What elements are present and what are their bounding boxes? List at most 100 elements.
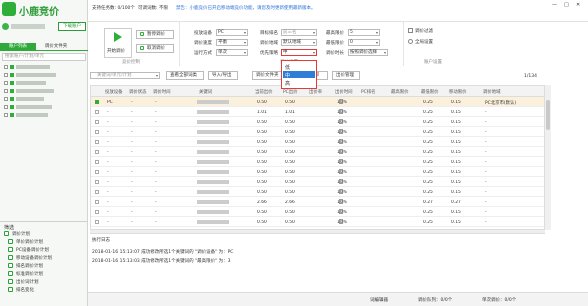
tree-row[interactable]	[4, 96, 84, 103]
row-checkbox[interactable]	[95, 150, 99, 154]
speed-select[interactable]: 平衡	[216, 39, 248, 46]
expand-icon[interactable]	[4, 81, 8, 85]
checkbox[interactable]	[10, 73, 14, 77]
column-header[interactable]: 最高限价	[391, 89, 409, 95]
row-checkbox[interactable]	[95, 120, 99, 124]
expand-icon[interactable]	[4, 65, 8, 69]
table-row[interactable]: - - - 2.66 2.66 10% 0.27 0.27 -	[91, 197, 544, 207]
filter-item[interactable]: 标准调价计划	[8, 270, 90, 278]
vertical-scrollbar[interactable]	[545, 85, 551, 230]
tree-row[interactable]	[4, 104, 84, 111]
expand-icon[interactable]	[4, 97, 8, 101]
row-checkbox[interactable]	[95, 110, 99, 114]
global-settings-link[interactable]: 全局设置	[415, 39, 433, 45]
column-header[interactable]: PC出价	[283, 89, 298, 95]
column-header[interactable]: 关键词	[199, 89, 212, 95]
table-row[interactable]: - - - 0.50 0.50 10% 0.25 0.15 -	[91, 157, 544, 167]
priority-option-high[interactable]: 高	[283, 79, 315, 87]
column-header[interactable]: 最低限价	[421, 89, 439, 95]
table-row[interactable]: PC - - 0.50 0.50 10% 0.25 0.15 PC北京市(默认)	[91, 97, 544, 107]
rank-select[interactable]: 前三名	[281, 29, 317, 36]
column-header[interactable]: 出价时间	[335, 89, 353, 95]
start-bid-button[interactable]: 开始调价	[104, 28, 132, 58]
checkbox[interactable]	[10, 113, 14, 117]
download-account-button[interactable]: 下载账户	[58, 22, 86, 31]
status-editor[interactable]: 词编辑器	[370, 297, 388, 303]
table-row[interactable]: - - - 0.50 0.50 10% 0.25 0.15 -	[91, 147, 544, 157]
expand-icon[interactable]	[4, 113, 8, 117]
column-header[interactable]: 调价地域	[483, 89, 501, 95]
column-header[interactable]: 出价率	[309, 89, 322, 95]
interval-select[interactable]: 按照调价选择	[348, 49, 388, 56]
filter-item[interactable]: 排名调价计划	[8, 262, 90, 270]
priority-option-medium[interactable]: 中	[283, 71, 315, 79]
column-header[interactable]: 调价时间	[153, 89, 171, 95]
row-checkbox[interactable]	[95, 140, 99, 144]
filter-item[interactable]: 单价调价计划	[8, 238, 90, 246]
column-header[interactable]: 移动限价	[449, 89, 467, 95]
column-header[interactable]: PC排名	[361, 89, 376, 95]
bid-filter-link[interactable]: 调价过滤	[415, 28, 433, 34]
row-checkbox[interactable]	[95, 220, 99, 224]
row-checkbox[interactable]	[95, 130, 99, 134]
table-row[interactable]: - - - 0.50 0.50 10% 0.25 0.15 -	[91, 217, 544, 227]
checkbox[interactable]	[10, 65, 14, 69]
row-checkbox[interactable]	[95, 170, 99, 174]
checkbox[interactable]	[10, 89, 14, 93]
tab-account-list[interactable]: 账户列表	[0, 43, 36, 51]
close-icon[interactable]: ✕	[576, 2, 580, 8]
scroll-thumb[interactable]	[546, 100, 550, 130]
row-checkbox[interactable]	[95, 100, 99, 104]
column-header[interactable]: 调价状态	[129, 89, 147, 95]
row-checkbox[interactable]	[95, 210, 99, 214]
filter-item[interactable]: 调价计划	[4, 230, 86, 238]
row-checkbox[interactable]	[95, 200, 99, 204]
tree-row[interactable]	[4, 112, 84, 119]
priority-select[interactable]: 中	[281, 49, 317, 56]
table-row[interactable]: - - - 1.01 1.01 10% 0.25 0.15 -	[91, 107, 544, 117]
table-row[interactable]: - - - 0.50 0.50 10% 0.25 0.15 -	[91, 207, 544, 217]
region-select[interactable]: 默认地域	[281, 39, 317, 46]
row-checkbox[interactable]	[95, 190, 99, 194]
mode-select[interactable]: 单次	[216, 49, 248, 56]
view-all-button[interactable]: 查看全部词类	[166, 71, 204, 80]
folder-button[interactable]: 调价文件夹	[252, 71, 284, 80]
maximize-icon[interactable]: □	[564, 2, 569, 8]
expand-icon[interactable]	[4, 73, 8, 77]
tree-row[interactable]	[4, 64, 84, 71]
column-header[interactable]: 投放设备	[105, 89, 123, 95]
filter-item[interactable]: 出价词计划	[8, 278, 90, 286]
tab-folder[interactable]: 调价文件夹	[38, 43, 74, 51]
cancel-bid-button[interactable]: 取消调价	[136, 44, 174, 53]
minimize-icon[interactable]: —	[552, 2, 557, 8]
bid-manage-button[interactable]: 出价管理	[332, 71, 360, 80]
column-header[interactable]: 当前出价	[255, 89, 273, 95]
import-export-button[interactable]: 导入/导出	[208, 71, 238, 80]
tree-row[interactable]	[4, 72, 84, 79]
account-search-input[interactable]: 搜索账户/计划/单元	[2, 53, 86, 61]
row-checkbox[interactable]	[95, 160, 99, 164]
tree-row[interactable]	[4, 80, 84, 87]
filter-item[interactable]: 排名变化	[8, 286, 90, 294]
table-row[interactable]: - - - 0.50 0.50 10% 0.25 0.15 -	[91, 167, 544, 177]
device-select[interactable]: PC	[216, 29, 248, 36]
row-checkbox[interactable]	[95, 180, 99, 184]
checkbox[interactable]	[10, 105, 14, 109]
checkbox[interactable]	[10, 81, 14, 85]
max-price-input[interactable]: 5	[348, 29, 380, 36]
checkbox[interactable]	[10, 97, 14, 101]
tree-row[interactable]	[4, 88, 84, 95]
notice-link[interactable]: 禁告：小鹿竞价已开启移动端竞价功能，请您及时更新使用最新版本。	[176, 5, 316, 11]
table-row[interactable]: - - - 0.50 0.50 10% 0.25 0.15 -	[91, 117, 544, 127]
keyword-search-input[interactable]: 关键词/单元/计划	[90, 72, 160, 79]
table-row[interactable]: - - - 0.50 0.50 10% 0.25 0.15 -	[91, 187, 544, 197]
filter-item[interactable]: 移动设备调价计划	[8, 254, 90, 262]
table-row[interactable]: - - - 0.50 0.50 10% 0.25 0.15 -	[91, 177, 544, 187]
priority-option-low[interactable]: 低	[283, 63, 315, 71]
table-row[interactable]: - - - 0.50 0.50 10% 0.25 0.15 -	[91, 137, 544, 147]
min-price-input[interactable]: 0	[348, 39, 380, 46]
table-row[interactable]: - - - 0.50 0.50 10% 0.25 0.15 -	[91, 127, 544, 137]
expand-icon[interactable]	[4, 105, 8, 109]
filter-item[interactable]: PC设备调价计划	[8, 246, 90, 254]
expand-icon[interactable]	[4, 89, 8, 93]
